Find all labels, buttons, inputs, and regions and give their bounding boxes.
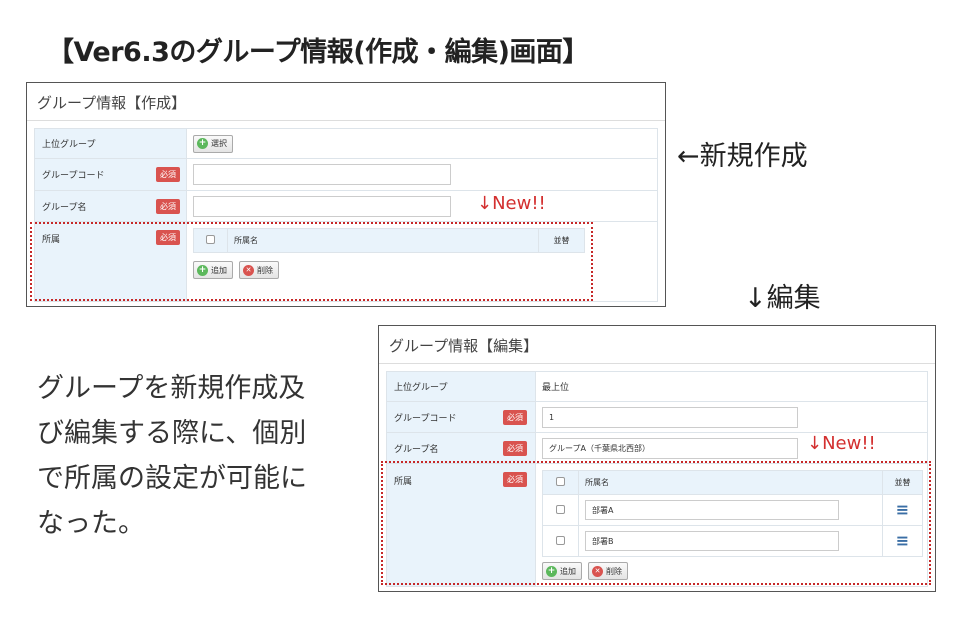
description-line: なった。 [37,508,145,539]
group-name-label-cell: グループ名 必須 [387,433,536,463]
new-marker: ↓New!! [477,193,546,214]
group-name-value-cell [187,191,657,221]
create-note: ←新規作成 [677,141,808,172]
group-code-input[interactable] [193,164,451,185]
group-name-label: グループ名 [394,444,439,455]
edit-panel-heading: グループ情報【編集】 [379,326,935,364]
group-code-label-cell: グループコード 必須 [35,159,187,190]
description-line: び編集する際に、個別 [37,418,307,449]
description-line: グループを新規作成及 [37,373,306,404]
parent-group-value: 最上位 [542,383,570,393]
parent-group-row: 上位グループ 最上位 [386,371,928,402]
new-feature-highlight [30,222,593,301]
group-name-input[interactable] [193,195,451,217]
new-marker: ↓New!! [807,433,876,454]
parent-group-label-cell: 上位グループ [387,372,536,401]
required-badge: 必須 [503,441,527,456]
parent-group-label: 上位グループ [42,140,96,150]
select-button[interactable]: + 選択 [193,134,233,153]
slide-title: 【Ver6.3のグループ情報(作成・編集)画面】 [47,37,589,68]
group-code-label-cell: グループコード 必須 [387,402,536,432]
required-badge: 必須 [156,167,180,182]
parent-group-label: 上位グループ [394,383,448,393]
description: グループを新規作成及 び編集する際に、個別 で所属の設定が可能に なった。 [37,366,367,546]
create-panel-heading: グループ情報【作成】 [27,83,665,121]
group-name-label: グループ名 [42,202,87,213]
parent-group-row: 上位グループ + 選択 [34,128,658,159]
group-name-input[interactable]: グループA（千葉県北西部） [542,437,798,459]
required-badge: 必須 [156,199,180,214]
select-button-label: 選択 [211,139,227,148]
parent-group-value-cell: 最上位 [536,372,927,401]
group-code-value-cell: 1 [536,402,927,432]
group-code-input[interactable]: 1 [542,406,798,428]
group-code-row: グループコード 必須 1 [386,402,928,433]
group-name-label-cell: グループ名 必須 [35,191,187,221]
parent-group-value-cell: + 選択 [187,129,657,158]
group-code-row: グループコード 必須 [34,159,658,191]
group-code-value-cell [187,159,657,190]
description-line: で所属の設定が可能に [37,463,307,494]
new-feature-highlight [381,461,931,585]
plus-circle-icon: + [197,138,208,149]
required-badge: 必須 [503,410,527,425]
parent-group-label-cell: 上位グループ [35,129,187,158]
group-name-row: グループ名 必須 [34,191,658,222]
group-code-label: グループコード [394,413,457,424]
edit-note: ↓編集 [744,283,821,314]
group-code-label: グループコード [42,171,105,181]
